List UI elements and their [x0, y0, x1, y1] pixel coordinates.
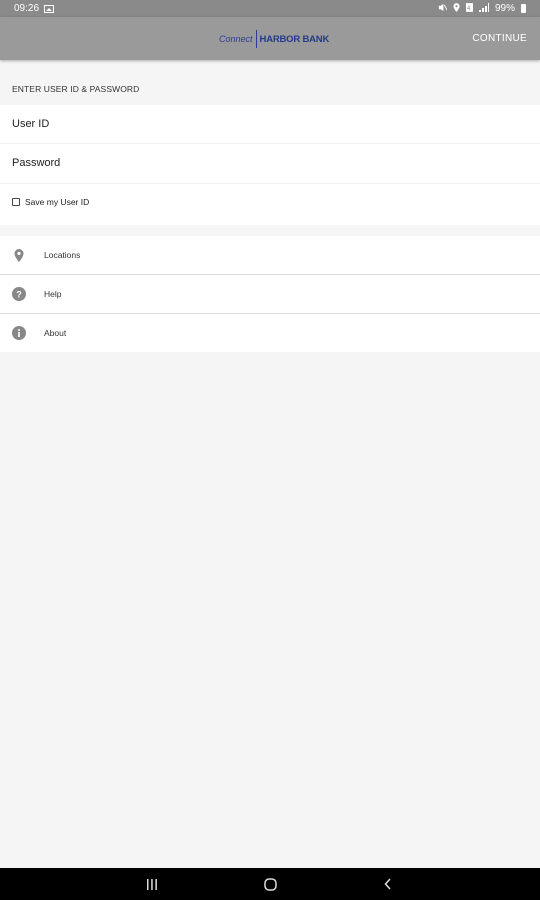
continue-button[interactable]: CONTINUE: [472, 33, 527, 44]
battery-icon: [521, 4, 526, 13]
home-icon: [263, 877, 277, 891]
help-icon: ?: [12, 287, 26, 301]
menu-item-about[interactable]: About: [0, 314, 540, 352]
back-button[interactable]: [372, 868, 404, 900]
logo-divider: [255, 30, 257, 48]
app-header: Connect HARBOR BANK CONTINUE: [0, 17, 540, 60]
password-row: [0, 144, 540, 182]
field-divider: [0, 183, 540, 184]
save-user-id-row[interactable]: Save my User ID: [12, 197, 89, 207]
menu-card: Locations ? Help About: [0, 236, 540, 352]
harbor-bank-logo: Connect HARBOR BANK: [219, 30, 329, 48]
logo-connect-text: Connect: [219, 34, 253, 44]
login-section-label: ENTER USER ID & PASSWORD: [12, 84, 140, 94]
recent-apps-icon: [147, 878, 157, 890]
location-pin-icon: [12, 248, 26, 262]
menu-item-label: About: [44, 328, 67, 338]
status-bar: 09:26 4 99%: [0, 0, 540, 17]
home-button[interactable]: [254, 868, 286, 900]
user-id-row: [0, 105, 540, 143]
save-user-id-checkbox[interactable]: [12, 198, 20, 206]
back-icon: [384, 878, 391, 890]
battery-percent: 99%: [494, 3, 515, 14]
menu-item-label: Locations: [44, 250, 81, 260]
password-input[interactable]: [12, 157, 512, 169]
status-left: 09:26: [14, 3, 55, 14]
status-time: 09:26: [14, 3, 40, 14]
status-right: 4 99%: [438, 2, 526, 15]
menu-item-help[interactable]: ? Help: [0, 275, 540, 313]
svg-text:4: 4: [467, 5, 471, 12]
login-card: Save my User ID: [0, 105, 540, 225]
save-user-id-label: Save my User ID: [25, 197, 90, 207]
location-icon: [453, 2, 460, 15]
recent-apps-button[interactable]: [136, 868, 168, 900]
system-nav-bar: [0, 868, 540, 900]
mute-icon: [438, 3, 448, 15]
data-icon: 4: [465, 2, 473, 15]
info-icon: [12, 326, 26, 340]
user-id-input[interactable]: [12, 118, 512, 130]
menu-item-label: Help: [44, 289, 62, 299]
logo-bank-text: HARBOR BANK: [259, 33, 330, 45]
svg-text:?: ?: [16, 290, 22, 300]
menu-item-locations[interactable]: Locations: [0, 236, 540, 274]
signal-icon: [478, 2, 489, 15]
image-icon: [44, 4, 55, 13]
